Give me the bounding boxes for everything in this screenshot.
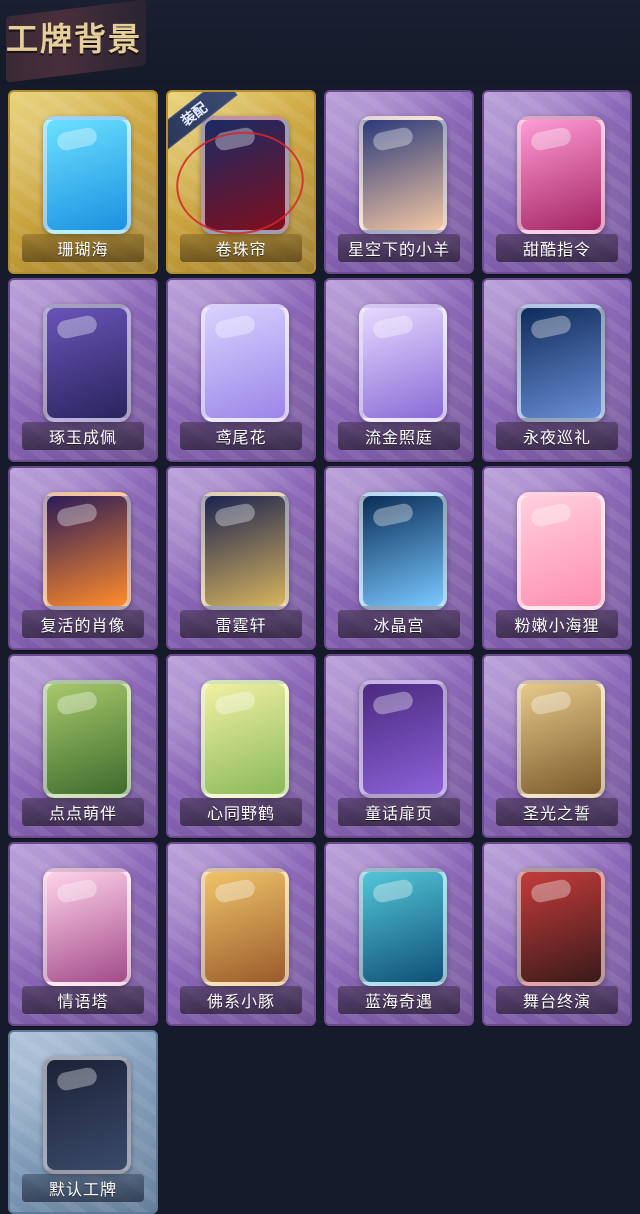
badge-background-card[interactable]: 默认工牌 — [8, 1030, 158, 1214]
badge-background-card[interactable]: 星空下的小羊 — [324, 90, 474, 274]
badge-background-name: 圣光之誓 — [496, 798, 618, 826]
badge-background-preview — [43, 1056, 131, 1174]
badge-background-name: 复活的肖像 — [22, 610, 144, 638]
badge-background-name: 珊瑚海 — [22, 234, 144, 262]
page-title: 工牌背景 — [6, 20, 143, 58]
preview-shine — [213, 878, 257, 904]
badge-background-preview — [359, 492, 447, 610]
badge-background-preview — [43, 868, 131, 986]
badge-background-card[interactable]: 流金照庭 — [324, 278, 474, 462]
header: 工牌背景 — [0, 0, 640, 84]
preview-shine — [55, 1066, 99, 1092]
badge-background-name: 琢玉成佩 — [22, 422, 144, 450]
badge-background-card[interactable]: 蓝海奇遇 — [324, 842, 474, 1026]
badge-background-name: 流金照庭 — [338, 422, 460, 450]
badge-background-preview — [517, 680, 605, 798]
badge-background-name: 心同野鹤 — [180, 798, 302, 826]
badge-background-preview — [201, 868, 289, 986]
preview-shine — [55, 314, 99, 340]
preview-shine — [371, 502, 415, 528]
badge-background-preview — [201, 680, 289, 798]
badge-background-name: 默认工牌 — [22, 1174, 144, 1202]
badge-background-name: 情语塔 — [22, 986, 144, 1014]
badge-background-preview — [359, 868, 447, 986]
badge-background-preview — [43, 116, 131, 234]
badge-background-card[interactable]: 圣光之誓 — [482, 654, 632, 838]
badge-background-card[interactable]: 珊瑚海 — [8, 90, 158, 274]
badge-background-card[interactable]: 心同野鹤 — [166, 654, 316, 838]
badge-background-name: 佛系小豚 — [180, 986, 302, 1014]
badge-background-name: 星空下的小羊 — [338, 234, 460, 262]
badge-background-preview — [43, 680, 131, 798]
badge-background-name: 蓝海奇遇 — [338, 986, 460, 1014]
preview-shine — [371, 690, 415, 716]
badge-background-card[interactable]: 粉嫩小海狸 — [482, 466, 632, 650]
badge-background-preview — [201, 116, 289, 234]
preview-shine — [529, 878, 573, 904]
badge-background-name: 冰晶宫 — [338, 610, 460, 638]
badge-background-card[interactable]: 舞台终演 — [482, 842, 632, 1026]
badge-background-preview — [359, 304, 447, 422]
badge-background-card[interactable]: 装配 卷珠帘 — [166, 90, 316, 274]
preview-shine — [213, 126, 257, 152]
badge-background-name: 点点萌伴 — [22, 798, 144, 826]
badge-background-card[interactable]: 永夜巡礼 — [482, 278, 632, 462]
badge-background-card[interactable]: 复活的肖像 — [8, 466, 158, 650]
preview-shine — [55, 878, 99, 904]
badge-background-name: 雷霆轩 — [180, 610, 302, 638]
preview-shine — [213, 502, 257, 528]
badge-background-card[interactable]: 童话扉页 — [324, 654, 474, 838]
badge-background-card[interactable]: 点点萌伴 — [8, 654, 158, 838]
badge-background-card[interactable]: 琢玉成佩 — [8, 278, 158, 462]
preview-shine — [529, 126, 573, 152]
badge-background-name: 卷珠帘 — [180, 234, 302, 262]
preview-shine — [55, 126, 99, 152]
badge-background-name: 鸢尾花 — [180, 422, 302, 450]
badge-background-preview — [517, 868, 605, 986]
badge-background-preview — [201, 492, 289, 610]
preview-shine — [529, 690, 573, 716]
badge-background-card[interactable]: 佛系小豚 — [166, 842, 316, 1026]
badge-background-preview — [359, 680, 447, 798]
preview-shine — [213, 690, 257, 716]
badge-background-name: 童话扉页 — [338, 798, 460, 826]
preview-shine — [529, 502, 573, 528]
badge-background-card[interactable]: 情语塔 — [8, 842, 158, 1026]
badge-background-preview — [43, 304, 131, 422]
badge-background-name: 甜酷指令 — [496, 234, 618, 262]
badge-background-preview — [201, 304, 289, 422]
badge-background-card[interactable]: 冰晶宫 — [324, 466, 474, 650]
preview-shine — [213, 314, 257, 340]
preview-shine — [371, 314, 415, 340]
badge-background-preview — [517, 116, 605, 234]
preview-shine — [55, 502, 99, 528]
badge-background-name: 舞台终演 — [496, 986, 618, 1014]
badge-background-name: 粉嫩小海狸 — [496, 610, 618, 638]
badge-background-card[interactable]: 甜酷指令 — [482, 90, 632, 274]
badge-background-name: 永夜巡礼 — [496, 422, 618, 450]
preview-shine — [371, 126, 415, 152]
badge-background-preview — [43, 492, 131, 610]
badge-background-card[interactable]: 雷霆轩 — [166, 466, 316, 650]
badge-background-preview — [359, 116, 447, 234]
badge-background-preview — [517, 492, 605, 610]
badge-background-card[interactable]: 鸢尾花 — [166, 278, 316, 462]
preview-shine — [371, 878, 415, 904]
preview-shine — [55, 690, 99, 716]
badge-background-preview — [517, 304, 605, 422]
preview-shine — [529, 314, 573, 340]
